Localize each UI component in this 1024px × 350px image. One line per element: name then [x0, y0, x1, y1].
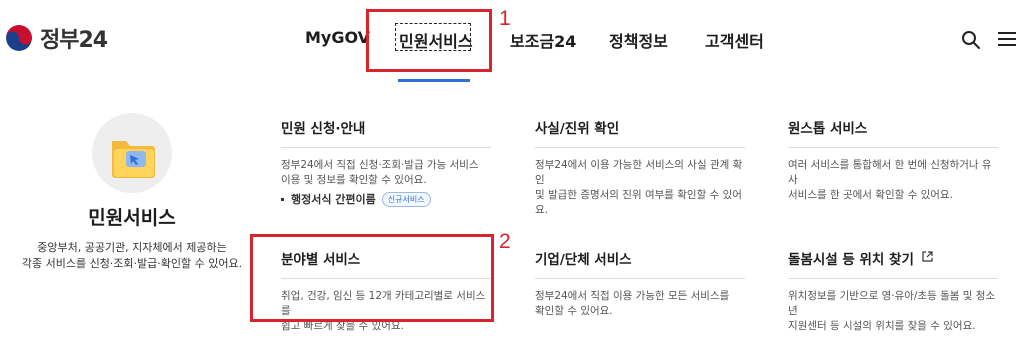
card-civil-application[interactable]: 민원 신청·안내 정부24에서 직접 신청·조회·발급 가능 서비스 이용 및 …	[281, 117, 491, 188]
card-desc-line: 지원센터 등 시설의 위치를 찾을 수 있어요.	[788, 320, 976, 332]
hero-title: 민원서비스	[88, 207, 176, 229]
card-fact-verification[interactable]: 사실/진위 확인 정부24에서 이용 가능한 서비스의 사실 관계 확인 및 발…	[535, 117, 745, 218]
card-desc-line: 및 발급한 증명서의 진위 여부를 확인할 수 있어요.	[535, 189, 742, 216]
logo-text: 정부24	[40, 28, 108, 53]
taegeuk-emblem-icon	[6, 25, 32, 51]
new-service-badge: 신규서비스	[381, 191, 431, 207]
card-title-text: 돌봄시설 등 위치 찾기	[788, 252, 914, 268]
card-desc-line: 위치정보를 기반으로 영·유아/초등 돌봄 및 청소년	[788, 290, 996, 317]
hero-description: 중앙부처, 공공기관, 지자체에서 제공하는 각종 서비스를 신청·조회·발급·…	[0, 240, 264, 272]
site-header: 정부24 MyGOV 민원서비스 보조금24 정책정보 고객센터	[0, 0, 1024, 84]
card-description: 정부24에서 이용 가능한 서비스의 사실 관계 확인 및 발급한 증명서의 진…	[535, 158, 745, 218]
card-desc-line: 여러 서비스를 통합해서 한 번에 신청하거나 유사	[788, 159, 992, 186]
sub-item-form-shortcut[interactable]: 행정서식 간편이름 신규서비스	[281, 191, 431, 207]
card-title[interactable]: 사실/진위 확인	[535, 117, 745, 148]
annotation-number-1: 1	[499, 7, 511, 30]
card-title[interactable]: 민원 신청·안내	[281, 117, 491, 148]
card-desc-line: 서비스를 한 곳에서 확인할 수 있어요.	[788, 189, 953, 201]
nav-policy-info[interactable]: 정책정보	[609, 28, 668, 52]
bullet	[281, 197, 284, 201]
card-title[interactable]: 기업/단체 서비스	[535, 248, 745, 279]
folder-icon	[112, 141, 155, 178]
card-description: 정부24에서 직접 이용 가능한 모든 서비스를 확인할 수 있어요.	[535, 289, 745, 319]
card-description: 정부24에서 직접 신청·조회·발급 가능 서비스 이용 및 정보를 확인할 수…	[281, 158, 491, 188]
annotation-number-2: 2	[499, 230, 511, 253]
nav-active-indicator	[398, 79, 470, 82]
nav-customer-center[interactable]: 고객센터	[705, 28, 764, 52]
search-icon[interactable]	[961, 30, 981, 54]
card-desc-line: 정부24에서 직접 신청·조회·발급 가능 서비스	[281, 159, 479, 171]
card-description: 여러 서비스를 통합해서 한 번에 신청하거나 유사 서비스를 한 곳에서 확인…	[788, 158, 998, 203]
sub-item-label: 행정서식 간편이름	[291, 193, 376, 206]
hero-illustration	[92, 113, 172, 193]
hero-desc-line: 각종 서비스를 신청·조회·발급·확인할 수 있어요.	[21, 257, 243, 270]
site-logo[interactable]: 정부24	[6, 22, 108, 54]
card-desc-line: 이용 및 정보를 확인할 수 있어요.	[281, 174, 427, 186]
annotation-box-1	[366, 9, 492, 72]
menu-icon[interactable]	[998, 31, 1016, 51]
card-description: 위치정보를 기반으로 영·유아/초등 돌봄 및 청소년 지원센터 등 시설의 위…	[788, 289, 998, 334]
nav-subsidy24[interactable]: 보조금24	[510, 28, 576, 52]
card-desc-line: 확인할 수 있어요.	[535, 305, 613, 317]
external-link-icon	[922, 250, 933, 266]
card-business-service[interactable]: 기업/단체 서비스 정부24에서 직접 이용 가능한 모든 서비스를 확인할 수…	[535, 248, 745, 319]
card-desc-line: 정부24에서 이용 가능한 서비스의 사실 관계 확인	[535, 159, 743, 186]
nav-mygov[interactable]: MyGOV	[305, 28, 370, 47]
card-title[interactable]: 원스톱 서비스	[788, 117, 998, 148]
card-desc-line: 정부24에서 직접 이용 가능한 모든 서비스를	[535, 290, 730, 302]
card-one-stop-service[interactable]: 원스톱 서비스 여러 서비스를 통합해서 한 번에 신청하거나 유사 서비스를 …	[788, 117, 998, 203]
card-title[interactable]: 돌봄시설 등 위치 찾기	[788, 248, 998, 279]
annotation-box-2	[250, 234, 494, 322]
card-care-facility-finder[interactable]: 돌봄시설 등 위치 찾기 위치정보를 기반으로 영·유아/초등 돌봄 및 청소년…	[788, 248, 998, 334]
hero-desc-line: 중앙부처, 공공기관, 지자체에서 제공하는	[37, 241, 227, 254]
